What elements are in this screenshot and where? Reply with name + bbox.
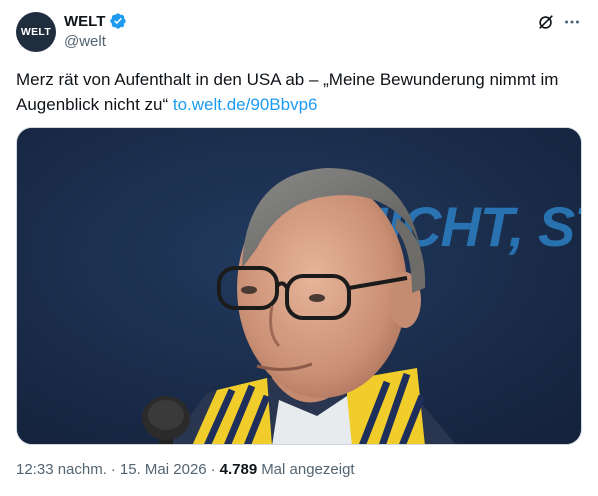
meta-separator: · — [110, 461, 116, 478]
views-count[interactable]: 4.789 — [220, 461, 258, 478]
more-options-button[interactable] — [562, 12, 582, 32]
tweet-media-photo[interactable]: NICHT, STEH A — [16, 127, 582, 445]
tweet-date[interactable]: 15. Mai 2026 — [120, 461, 207, 478]
tweet-time[interactable]: 12:33 nachm. — [16, 461, 107, 478]
display-name[interactable]: WELT — [64, 13, 105, 30]
avatar-logo-text: WELT — [20, 26, 52, 38]
grok-button[interactable] — [536, 12, 556, 32]
account-handle[interactable]: @welt — [64, 33, 106, 50]
meta-separator: · — [210, 461, 216, 478]
verified-badge-icon — [110, 13, 127, 29]
tweet-text: Merz rät von Aufenthalt in den USA ab – … — [16, 67, 582, 117]
grok-icon — [539, 15, 553, 29]
avatar[interactable]: WELT — [16, 12, 56, 52]
more-options-icon — [565, 20, 579, 24]
media-image: NICHT, STEH A — [17, 128, 581, 444]
author-name-row: WELT — [64, 12, 127, 30]
views-label: Mal angezeigt — [261, 461, 355, 478]
tweet-meta: 12:33 nachm. · 15. Mai 2026 · 4.789 Mal … — [16, 461, 355, 478]
tweet-link[interactable]: to.welt.de/90Bbvp6 — [173, 95, 318, 114]
